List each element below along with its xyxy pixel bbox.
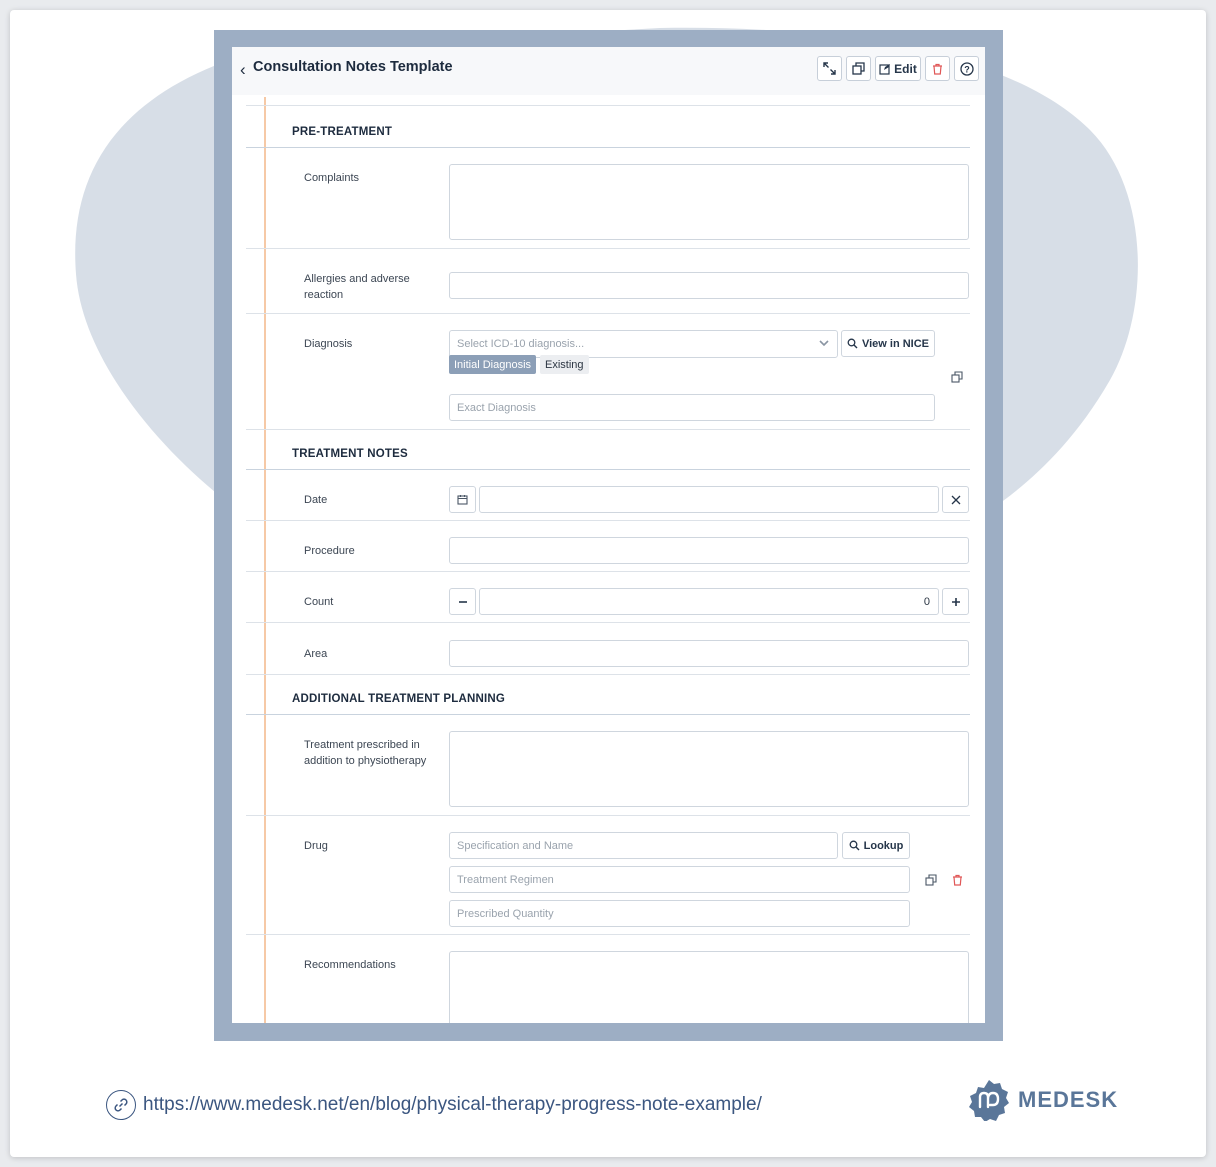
search-icon xyxy=(849,840,860,851)
diagnosis-label: Diagnosis xyxy=(304,338,353,350)
delete-button[interactable] xyxy=(925,56,950,81)
lookup-label: Lookup xyxy=(863,839,904,852)
drug-label: Drug xyxy=(304,840,328,852)
procedure-input[interactable] xyxy=(449,537,969,564)
clear-date-button[interactable] xyxy=(942,486,969,513)
search-icon xyxy=(847,338,858,349)
view-in-nice-label: View in NICE xyxy=(861,337,930,350)
edit-button[interactable]: Edit xyxy=(875,56,921,81)
divider xyxy=(246,105,970,106)
treatment-regimen-input[interactable]: Treatment Regimen xyxy=(449,866,910,893)
divider xyxy=(246,571,970,572)
back-chevron-icon[interactable]: ‹ xyxy=(240,60,246,80)
divider xyxy=(246,429,970,430)
treatment-prescribed-textarea[interactable] xyxy=(449,731,969,807)
divider xyxy=(246,674,970,675)
complaints-label: Complaints xyxy=(304,172,360,184)
source-link[interactable]: https://www.medesk.net/en/blog/physical-… xyxy=(106,1090,762,1120)
recommendations-label: Recommendations xyxy=(304,959,396,971)
recommendations-textarea[interactable] xyxy=(449,951,969,1023)
edit-icon xyxy=(879,63,891,75)
diagnosis-select-placeholder: Select ICD-10 diagnosis... xyxy=(457,338,585,350)
close-icon xyxy=(951,495,960,504)
section-title-treatment-notes: TREATMENT NOTES xyxy=(292,448,408,460)
allergies-input[interactable] xyxy=(449,272,969,299)
prescribed-quantity-placeholder: Prescribed Quantity xyxy=(457,907,554,920)
help-button[interactable]: ? xyxy=(954,56,979,81)
date-label: Date xyxy=(304,494,328,506)
accent-rail xyxy=(264,97,266,1023)
medesk-logo: MEDESK xyxy=(968,1079,1118,1121)
treatment-prescribed-label: Treatment prescribed in addition to phys… xyxy=(304,739,427,767)
source-url[interactable]: https://www.medesk.net/en/blog/physical-… xyxy=(143,1094,762,1116)
area-label: Area xyxy=(304,648,328,660)
link-icon xyxy=(106,1090,136,1120)
calendar-button[interactable] xyxy=(449,486,476,513)
plus-icon xyxy=(951,597,960,606)
area-input[interactable] xyxy=(449,640,969,667)
tag-initial-diagnosis[interactable]: Initial Diagnosis xyxy=(449,355,537,374)
edit-label: Edit xyxy=(894,61,917,76)
trash-icon[interactable] xyxy=(952,874,963,886)
divider xyxy=(246,622,970,623)
prescribed-quantity-input[interactable]: Prescribed Quantity xyxy=(449,900,910,927)
diagnosis-select[interactable]: Select ICD-10 diagnosis... xyxy=(449,330,838,358)
count-label: Count xyxy=(304,596,334,608)
copy-icon[interactable] xyxy=(951,371,963,383)
chevron-down-icon xyxy=(819,340,829,347)
divider xyxy=(246,815,970,816)
medesk-logo-icon xyxy=(969,1080,1009,1121)
divider xyxy=(246,520,970,521)
date-input[interactable] xyxy=(479,486,939,513)
article-card: ‹ Consultation Notes Template Edit ? PRE… xyxy=(10,10,1206,1157)
divider xyxy=(246,934,970,935)
divider xyxy=(246,714,970,715)
svg-text:?: ? xyxy=(964,64,970,74)
expand-button[interactable] xyxy=(817,56,842,81)
count-value: 0 xyxy=(923,595,930,608)
tag-existing[interactable]: Existing xyxy=(540,355,589,374)
divider xyxy=(246,313,970,314)
brand-name: MEDESK xyxy=(1018,1087,1119,1112)
allergies-label: Allergies and adverse reaction xyxy=(304,273,410,301)
panel-header: ‹ Consultation Notes Template Edit ? xyxy=(232,47,985,95)
form-panel: ‹ Consultation Notes Template Edit ? PRE… xyxy=(232,47,985,1023)
expand-icon xyxy=(823,62,836,75)
exact-diagnosis-placeholder: Exact Diagnosis xyxy=(457,401,536,414)
copy-icon xyxy=(852,62,865,75)
count-input[interactable]: 0 xyxy=(479,588,939,615)
decrement-button[interactable] xyxy=(449,588,476,615)
drug-spec-placeholder: Specification and Name xyxy=(457,839,574,852)
section-title-additional-planning: ADDITIONAL TREATMENT PLANNING xyxy=(292,693,506,705)
procedure-label: Procedure xyxy=(304,545,355,557)
minus-icon xyxy=(458,600,467,603)
duplicate-button[interactable] xyxy=(846,56,871,81)
section-title-pre-treatment: PRE-TREATMENT xyxy=(292,126,393,138)
lookup-button[interactable]: Lookup xyxy=(842,832,910,859)
divider xyxy=(246,248,970,249)
increment-button[interactable] xyxy=(942,588,969,615)
treatment-regimen-placeholder: Treatment Regimen xyxy=(457,873,554,886)
view-in-nice-button[interactable]: View in NICE xyxy=(841,330,935,357)
calendar-icon xyxy=(457,495,468,505)
exact-diagnosis-input[interactable]: Exact Diagnosis xyxy=(449,394,935,421)
drug-spec-input[interactable]: Specification and Name xyxy=(449,832,838,859)
page-title: Consultation Notes Template xyxy=(253,59,453,75)
copy-icon[interactable] xyxy=(925,874,937,886)
divider xyxy=(246,147,970,148)
trash-icon xyxy=(933,63,942,75)
help-icon: ? xyxy=(959,61,974,76)
complaints-textarea[interactable] xyxy=(449,164,969,240)
divider xyxy=(246,469,970,470)
